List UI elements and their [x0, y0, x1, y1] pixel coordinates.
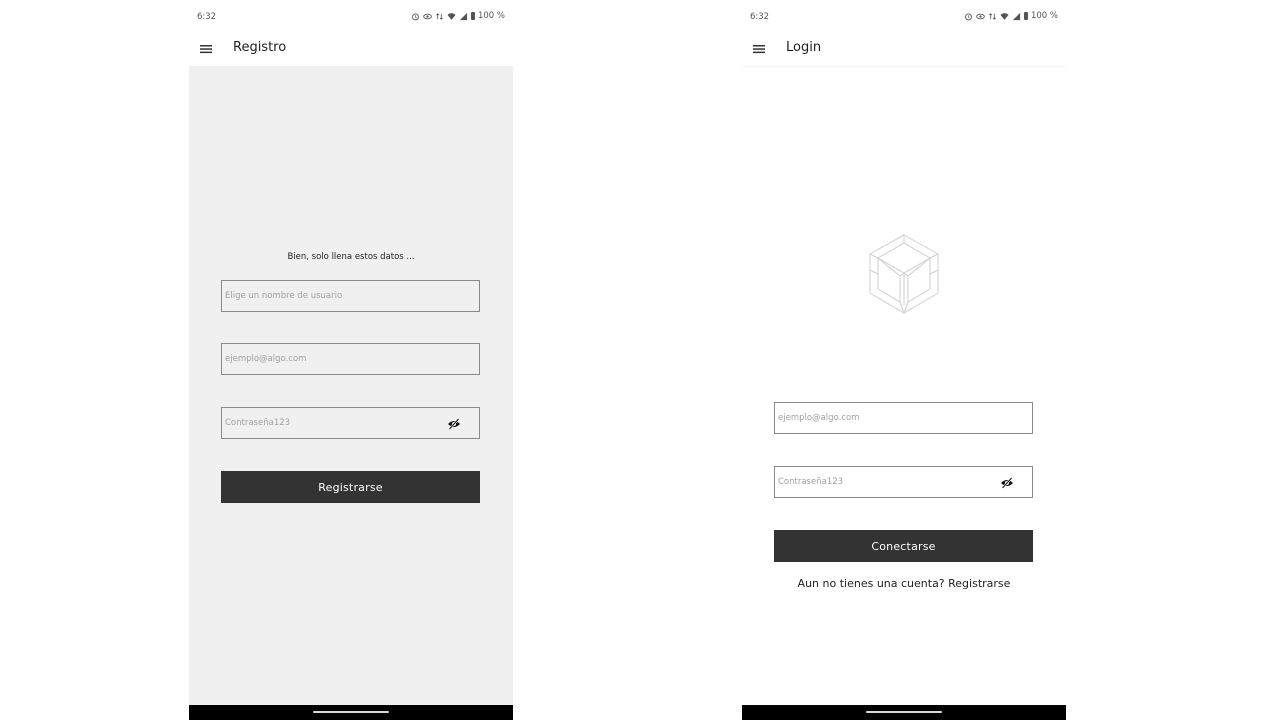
password-field[interactable]: [221, 407, 480, 439]
battery-icon: [470, 12, 475, 20]
hamburger-menu-icon[interactable]: [752, 42, 766, 56]
status-time: 6:32: [750, 12, 770, 22]
page-title: Registro: [233, 40, 287, 55]
signal-icon: [459, 12, 468, 20]
password-input[interactable]: [222, 408, 479, 438]
eye-icon: [423, 13, 432, 19]
battery-level: 100 %: [477, 11, 505, 21]
login-button[interactable]: Conectarse: [774, 530, 1033, 562]
status-time: 6:32: [197, 12, 217, 22]
cube-logo: [869, 234, 939, 315]
data-icon: [436, 12, 443, 20]
battery-icon: [1023, 12, 1028, 20]
username-field[interactable]: [221, 280, 480, 312]
app-bar: Registro: [189, 34, 513, 66]
password-input[interactable]: [775, 467, 1032, 497]
status-icons: 100 %: [411, 11, 505, 21]
home-gesture-handle[interactable]: [313, 711, 389, 713]
status-bar: 6:32 100 %: [742, 0, 1066, 34]
register-screen: 6:32 100 % Registro Bien, solo llena est…: [189, 0, 513, 720]
navigation-bar: [742, 705, 1066, 720]
page-title: Login: [786, 40, 822, 55]
register-link[interactable]: Aun no tienes una cuenta? Registrarse: [742, 577, 1066, 590]
home-gesture-handle[interactable]: [866, 711, 942, 713]
wifi-icon: [447, 12, 456, 20]
email-input[interactable]: [222, 344, 479, 374]
data-icon: [989, 12, 996, 20]
eye-icon: [976, 13, 985, 19]
signal-icon: [1012, 12, 1021, 20]
navigation-bar: [189, 705, 513, 720]
email-field[interactable]: [774, 402, 1033, 434]
status-bar: 6:32 100 %: [189, 0, 513, 34]
register-intro-text: Bien, solo llena estos datos ...: [287, 252, 415, 262]
eye-slash-icon[interactable]: [447, 417, 461, 431]
battery-level: 100 %: [1030, 11, 1058, 21]
email-field[interactable]: [221, 343, 480, 375]
password-field[interactable]: [774, 466, 1033, 498]
email-input[interactable]: [775, 403, 1032, 433]
alarm-icon: [965, 13, 972, 20]
alarm-icon: [412, 13, 419, 20]
login-screen: 6:32 100 % Login ejemplo@algo.com Conect…: [742, 0, 1066, 720]
status-icons: 100 %: [964, 11, 1058, 21]
eye-slash-icon[interactable]: [1000, 476, 1014, 490]
hamburger-menu-icon[interactable]: [199, 42, 213, 56]
username-input[interactable]: [222, 281, 479, 311]
app-bar: Login: [742, 34, 1066, 66]
register-button[interactable]: Registrarse: [221, 471, 480, 503]
login-form-area: Conectarse Aun no tienes una cuenta? Reg…: [742, 66, 1066, 706]
wifi-icon: [1000, 12, 1009, 20]
register-form-area: Bien, solo llena estos datos ... Registr…: [189, 66, 513, 705]
